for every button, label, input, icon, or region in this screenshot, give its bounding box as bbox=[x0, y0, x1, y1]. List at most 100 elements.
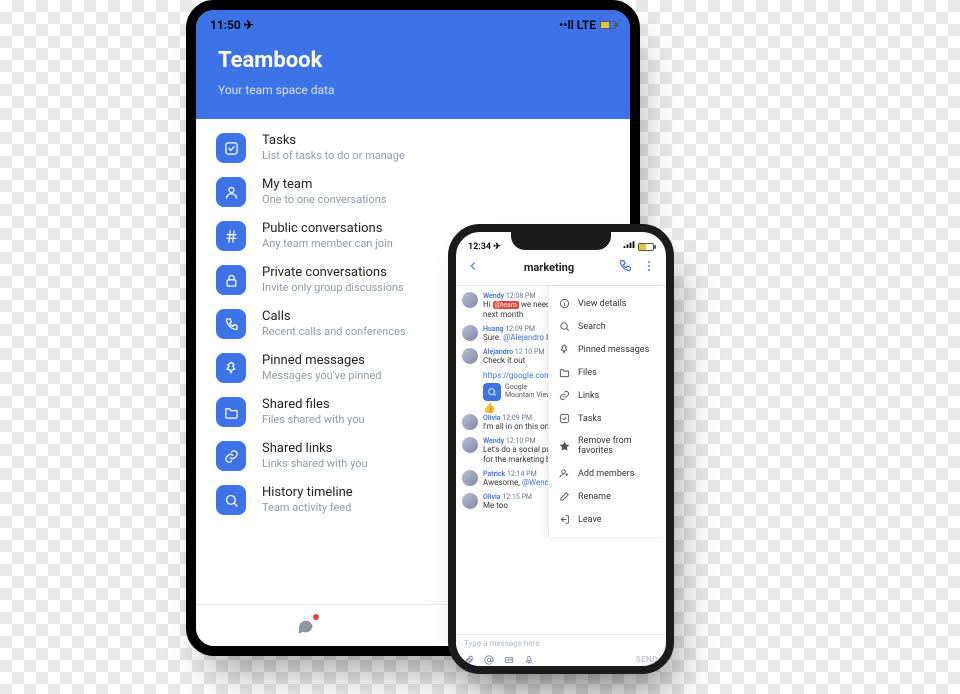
check-box-icon bbox=[559, 413, 570, 424]
star-icon bbox=[559, 441, 570, 452]
link-card-text: GoogleMountain View bbox=[505, 384, 551, 399]
row-subtitle: Links shared with you bbox=[262, 457, 368, 471]
message-meta: Olivia 12:15 PM bbox=[483, 493, 532, 501]
pin-icon bbox=[216, 353, 246, 383]
message-meta: Alejandro 12:10 PM bbox=[483, 348, 544, 356]
link-icon bbox=[216, 441, 246, 471]
row-title: Private conversations bbox=[262, 265, 404, 281]
menu-item-label: Add members bbox=[578, 469, 634, 479]
pin-icon bbox=[559, 344, 570, 355]
menu-item-add-members[interactable]: Add members bbox=[549, 462, 666, 485]
info-icon bbox=[559, 298, 570, 309]
row-subtitle: Messages you've pinned bbox=[262, 369, 381, 383]
row-title: Calls bbox=[262, 309, 406, 325]
avatar bbox=[462, 414, 478, 430]
menu-item-label: Links bbox=[578, 391, 599, 401]
pencil-icon bbox=[559, 491, 570, 502]
avatar bbox=[462, 437, 478, 453]
avatar bbox=[462, 470, 478, 486]
hash-icon bbox=[216, 221, 246, 251]
tablet-header: Teambook Your team space data bbox=[196, 40, 630, 119]
row-subtitle: Any team member can join bbox=[262, 237, 393, 251]
unread-badge bbox=[313, 614, 319, 620]
phone-device: 12:34 ✈ marketing Wendy 12:08 PMHi @team… bbox=[448, 224, 674, 674]
conversation-header: marketing bbox=[456, 254, 666, 286]
phone-icon bbox=[216, 309, 246, 339]
tablet-status-bar: 11:50 ✈ ••ll LTE bbox=[196, 10, 630, 40]
row-title: Shared files bbox=[262, 397, 365, 413]
row-title: Pinned messages bbox=[262, 353, 381, 369]
row-subtitle: List of tasks to do or manage bbox=[262, 149, 405, 163]
menu-item-links[interactable]: Links bbox=[549, 384, 666, 407]
row-subtitle: Recent calls and conferences bbox=[262, 325, 406, 339]
menu-item-label: Remove from favorites bbox=[578, 436, 656, 456]
menu-item-label: Search bbox=[578, 322, 606, 332]
send-button[interactable]: SEND bbox=[636, 655, 658, 664]
attach-button[interactable] bbox=[464, 650, 474, 669]
row-subtitle: Team activity feed bbox=[262, 501, 353, 515]
menu-item-remove-from-favorites[interactable]: Remove from favorites bbox=[549, 430, 666, 462]
battery-icon bbox=[600, 21, 616, 29]
folder-icon bbox=[216, 397, 246, 427]
row-title: Shared links bbox=[262, 441, 368, 457]
tab-chat[interactable] bbox=[196, 605, 413, 646]
row-subtitle: Invite only group discussions bbox=[262, 281, 404, 295]
teambook-row-my-team[interactable]: My teamOne to one conversations bbox=[216, 173, 610, 217]
more-menu-button[interactable] bbox=[642, 258, 656, 277]
link-icon bbox=[559, 390, 570, 401]
row-title: History timeline bbox=[262, 485, 353, 501]
menu-item-label: Tasks bbox=[578, 414, 602, 424]
message-meta: Olivia 12:09 PM bbox=[483, 414, 555, 422]
link-thumb-icon bbox=[483, 383, 501, 401]
overflow-menu: View details Search Pinned messages Files Li… bbox=[548, 286, 666, 537]
menu-item-search[interactable]: Search bbox=[549, 315, 666, 338]
avatar bbox=[462, 325, 478, 341]
menu-item-label: Leave bbox=[578, 515, 602, 525]
menu-item-pinned-messages[interactable]: Pinned messages bbox=[549, 338, 666, 361]
conversation-body: Wendy 12:08 PMHi @team we need to talk a… bbox=[456, 286, 666, 636]
check-box-icon bbox=[216, 133, 246, 163]
folder-icon bbox=[559, 367, 570, 378]
mention-button[interactable] bbox=[484, 650, 494, 669]
status-network: ••ll LTE bbox=[559, 18, 616, 32]
menu-item-label: Files bbox=[578, 368, 597, 378]
add-user-icon bbox=[559, 468, 570, 479]
menu-item-view-details[interactable]: View details bbox=[549, 292, 666, 315]
gif-button[interactable] bbox=[504, 650, 514, 669]
row-subtitle: Files shared with you bbox=[262, 413, 365, 427]
menu-item-leave[interactable]: Leave bbox=[549, 508, 666, 531]
app-subtitle: Your team space data bbox=[218, 83, 608, 97]
message-text: Me too bbox=[483, 501, 532, 511]
row-title: Public conversations bbox=[262, 221, 393, 237]
avatar bbox=[462, 493, 478, 509]
menu-item-files[interactable]: Files bbox=[549, 361, 666, 384]
menu-item-label: Pinned messages bbox=[578, 345, 649, 355]
search-icon bbox=[559, 321, 570, 332]
row-title: My team bbox=[262, 177, 387, 193]
menu-item-tasks[interactable]: Tasks bbox=[549, 407, 666, 430]
leave-icon bbox=[559, 514, 570, 525]
row-subtitle: One to one conversations bbox=[262, 193, 387, 207]
battery-icon bbox=[638, 243, 654, 251]
person-icon bbox=[216, 177, 246, 207]
search-icon bbox=[216, 485, 246, 515]
row-title: Tasks bbox=[262, 133, 405, 149]
call-button[interactable] bbox=[618, 258, 632, 277]
status-time: 11:50 ✈ bbox=[210, 18, 254, 32]
compose-bar: Type a message here SEND bbox=[456, 634, 666, 666]
lock-icon bbox=[216, 265, 246, 295]
status-time: 12:34 ✈ bbox=[468, 242, 501, 252]
status-net-text: ••ll LTE bbox=[559, 18, 596, 32]
back-button[interactable] bbox=[466, 258, 480, 277]
menu-item-rename[interactable]: Rename bbox=[549, 485, 666, 508]
status-right bbox=[623, 241, 654, 252]
app-title: Teambook bbox=[218, 48, 608, 73]
phone-notch bbox=[511, 232, 611, 250]
teambook-row-tasks[interactable]: TasksList of tasks to do or manage bbox=[216, 129, 610, 173]
message-text: Check it out bbox=[483, 356, 544, 366]
mic-button[interactable] bbox=[524, 650, 534, 669]
menu-item-label: View details bbox=[578, 299, 626, 309]
menu-item-label: Rename bbox=[578, 492, 611, 502]
conversation-title[interactable]: marketing bbox=[524, 261, 574, 274]
message-text: I'm all in on this one. bbox=[483, 422, 555, 432]
